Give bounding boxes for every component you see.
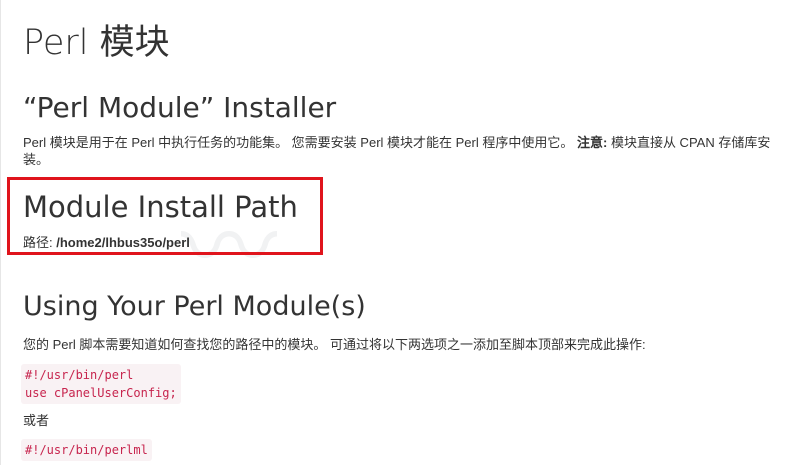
using-modules-heading: Using Your Perl Module(s) — [23, 291, 366, 322]
installer-description: Perl 模块是用于在 Perl 中执行任务的功能集。 您需要安装 Perl 模… — [23, 134, 779, 168]
note-label: 注意: — [576, 135, 608, 150]
code-block-perlml: #!/usr/bin/perlml — [21, 439, 152, 461]
install-path-highlight-box — [7, 177, 323, 255]
perl-modules-page: 〰︎ Perl 模块 “Perl Module” Installer Perl … — [0, 0, 794, 465]
code-line: #!/usr/bin/perlml — [25, 443, 148, 457]
installer-heading: “Perl Module” Installer — [23, 91, 337, 124]
code-block-cpanel-config: #!/usr/bin/perl use cPanelUserConfig; — [21, 364, 181, 404]
page-title: Perl 模块 — [23, 23, 170, 63]
code-line: #!/usr/bin/perl — [25, 368, 134, 382]
or-separator-text: 或者 — [23, 413, 50, 428]
using-modules-description: 您的 Perl 脚本需要知道如何查找您的路径中的模块。 可通过将以下两选项之一添… — [23, 337, 646, 352]
code-line: use cPanelUserConfig; — [25, 386, 177, 400]
installer-description-text: Perl 模块是用于在 Perl 中执行任务的功能集。 您需要安装 Perl 模… — [23, 135, 577, 150]
